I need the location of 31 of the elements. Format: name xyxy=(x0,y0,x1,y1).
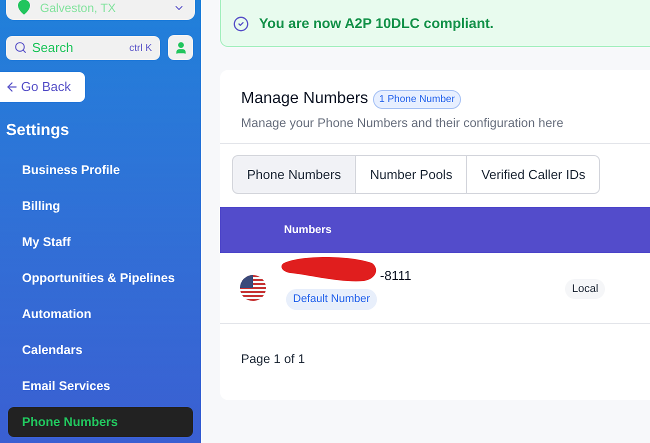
sidebar-item[interactable]: Email Services xyxy=(8,371,193,401)
tab[interactable]: Number Pools xyxy=(354,154,468,194)
sidebar-item[interactable]: Calendars xyxy=(8,335,193,365)
banner-message: You are now A2P 10DLC compliant. xyxy=(259,14,494,33)
sidebar-item[interactable]: My Staff xyxy=(8,227,193,257)
sidebar-item[interactable]: Opportunities & Pipelines xyxy=(8,263,193,293)
profile-button[interactable] xyxy=(168,35,193,60)
pagination-text: Page 1 of 1 xyxy=(241,350,306,368)
shortcut-hint: ctrl K xyxy=(129,42,152,56)
count-badge: 1 Phone Number xyxy=(373,90,461,108)
sidebar-item[interactable]: Automation xyxy=(8,299,193,329)
location-city: Galveston, TX xyxy=(40,0,117,18)
map-pin-icon xyxy=(16,0,32,16)
sidebar-item[interactable]: Business Profile xyxy=(8,155,193,185)
arrow-left-icon xyxy=(5,80,19,94)
card-description: Manage your Phone Numbers and their configuration here xyxy=(241,115,564,132)
check-circle-icon xyxy=(233,16,249,32)
search-icon xyxy=(14,41,27,54)
tab[interactable]: Verified Caller IDs xyxy=(466,154,600,194)
phone-number: -8111 xyxy=(380,266,412,285)
go-back-button[interactable]: Go Back xyxy=(0,72,85,102)
us-flag-icon xyxy=(240,274,266,301)
default-number-tag: Default Number xyxy=(286,289,378,310)
tab[interactable]: Phone Numbers xyxy=(232,154,356,194)
sidebar-item[interactable]: Phone Numbers xyxy=(8,407,193,437)
sidebar-item[interactable]: Billing xyxy=(8,191,193,221)
card-title: Manage Numbers xyxy=(241,89,368,109)
user-icon xyxy=(174,40,188,55)
column-header: Numbers xyxy=(284,222,332,238)
number-type: Local xyxy=(565,278,606,300)
sidebar-title: Settings xyxy=(6,121,70,141)
